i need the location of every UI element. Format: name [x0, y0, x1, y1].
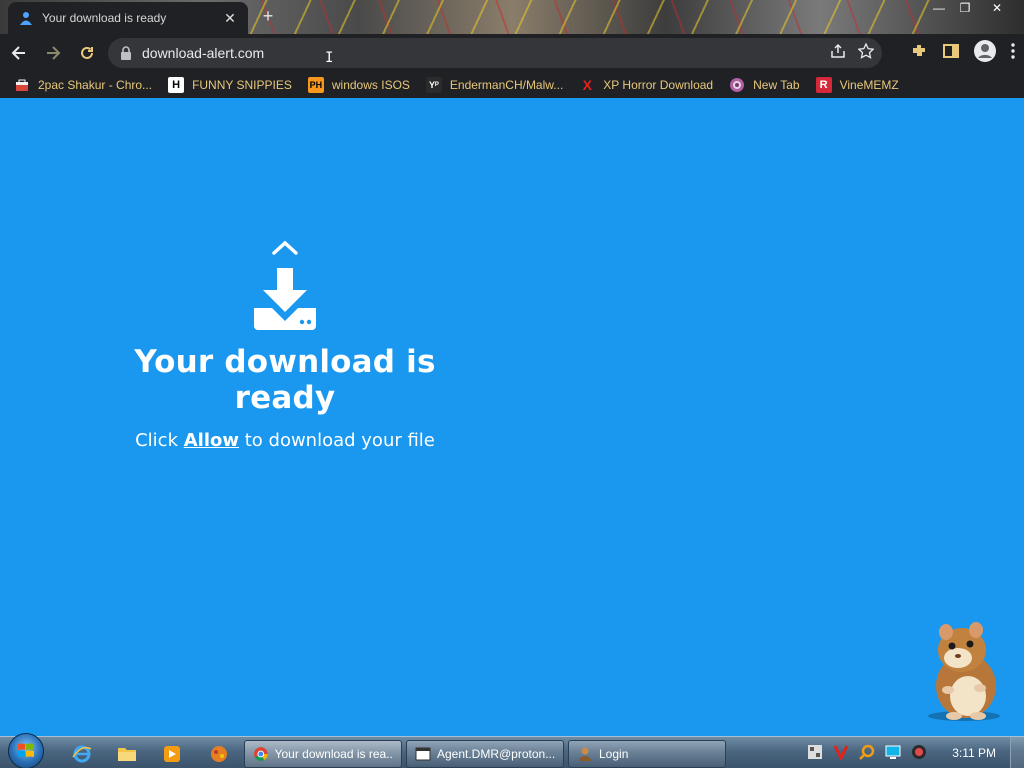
forward-arrow-icon — [47, 46, 61, 60]
user-icon — [579, 747, 591, 761]
bookmark-vinememz[interactable]: R VineMEMZ — [815, 77, 899, 93]
extensions-icon[interactable] — [910, 42, 928, 65]
hamster-mascot — [928, 622, 1000, 721]
tray-record-icon[interactable] — [910, 743, 928, 761]
bookmark-endermanch[interactable]: Yᴾ EndermanCH/Malw... — [425, 77, 563, 93]
back-arrow-icon — [11, 46, 25, 60]
globe-icon — [729, 77, 745, 93]
browser-toolbar: download-alert.com — [0, 34, 1024, 72]
person-favicon-icon — [18, 10, 34, 26]
taskbar-item-login[interactable]: Login — [568, 740, 726, 768]
url-text: download-alert.com — [142, 45, 265, 61]
bookmark-funny-snippies[interactable]: H FUNNY SNIPPIES — [168, 77, 292, 93]
bookmark-windows-isos[interactable]: PH windows ISOS — [307, 77, 410, 93]
chevron-up-icon — [272, 240, 298, 255]
tray-monitor-icon[interactable] — [884, 743, 902, 761]
chrome-icon — [253, 747, 268, 761]
profile-avatar-icon[interactable] — [974, 39, 996, 67]
new-tab-button[interactable]: + — [258, 6, 278, 27]
side-panel-icon[interactable] — [942, 42, 960, 65]
menu-kebab-icon[interactable] — [1010, 42, 1016, 65]
start-button[interactable] — [8, 733, 44, 768]
taskbar-item-browser[interactable]: Your download is rea... — [244, 740, 402, 768]
theme-background — [250, 0, 930, 34]
folder-icon[interactable] — [115, 742, 139, 766]
restore-button[interactable]: ❐ — [954, 0, 976, 16]
lock-icon — [120, 46, 134, 60]
tray-search-icon[interactable] — [858, 743, 876, 761]
bookmark-star-icon[interactable] — [857, 41, 875, 64]
window-icon — [415, 747, 431, 761]
ph-logo-icon: PH — [307, 77, 324, 93]
yp-logo-icon: Yᴾ — [425, 77, 442, 93]
tab-close-icon[interactable]: ✕ — [222, 10, 238, 27]
forward-button[interactable] — [38, 38, 68, 68]
window-close-button[interactable]: ✕ — [986, 0, 1008, 16]
bag-icon — [14, 77, 30, 93]
bookmark-xp-horror[interactable]: X XP Horror Download — [579, 77, 714, 93]
windows-logo-icon — [18, 743, 34, 757]
tray-app-icon[interactable] — [806, 743, 824, 761]
download-tray-icon — [254, 268, 316, 330]
back-button[interactable] — [4, 38, 34, 68]
taskbar: Your download is rea... Agent.DMR@proton… — [0, 733, 1024, 768]
media-player-icon[interactable] — [160, 742, 184, 766]
title-bar: Your download is ready ✕ + — ❐ ✕ — [0, 0, 1024, 34]
ie-icon[interactable] — [70, 742, 94, 766]
tab-active[interactable]: Your download is ready ✕ — [8, 2, 248, 34]
page-content: Your download is ready Click Allow to do… — [0, 98, 1024, 736]
game-icon[interactable] — [207, 742, 231, 766]
bookmark-2pac[interactable]: 2pac Shakur - Chro... — [14, 77, 152, 93]
show-desktop-button[interactable] — [1010, 737, 1024, 768]
taskbar-item-agent[interactable]: Agent.DMR@proton... — [406, 740, 564, 768]
page-headline: Your download is ready — [134, 344, 436, 416]
h-logo-icon: H — [168, 77, 185, 93]
address-bar[interactable]: download-alert.com — [108, 38, 882, 68]
share-icon[interactable] — [830, 43, 846, 64]
x-logo-icon: X — [582, 77, 592, 93]
minimize-button[interactable]: — — [928, 0, 950, 16]
allow-link[interactable]: Allow — [184, 430, 239, 451]
reload-icon — [81, 46, 93, 59]
clock[interactable]: 3:11 PM — [952, 746, 996, 760]
tray-v-icon[interactable] — [832, 743, 850, 761]
system-tray — [806, 743, 928, 761]
download-notice: Your download is ready Click Allow to do… — [90, 240, 480, 451]
bookmark-new-tab[interactable]: New Tab — [729, 77, 800, 93]
instruction-text: Click Allow to download your file — [135, 430, 435, 451]
bookmarks-bar: 2pac Shakur - Chro... H FUNNY SNIPPIES P… — [0, 72, 1024, 98]
text-cursor-icon: I — [325, 50, 334, 66]
r-logo-icon: R — [815, 77, 832, 93]
reload-button[interactable] — [72, 38, 102, 68]
tab-title: Your download is ready — [42, 11, 167, 25]
